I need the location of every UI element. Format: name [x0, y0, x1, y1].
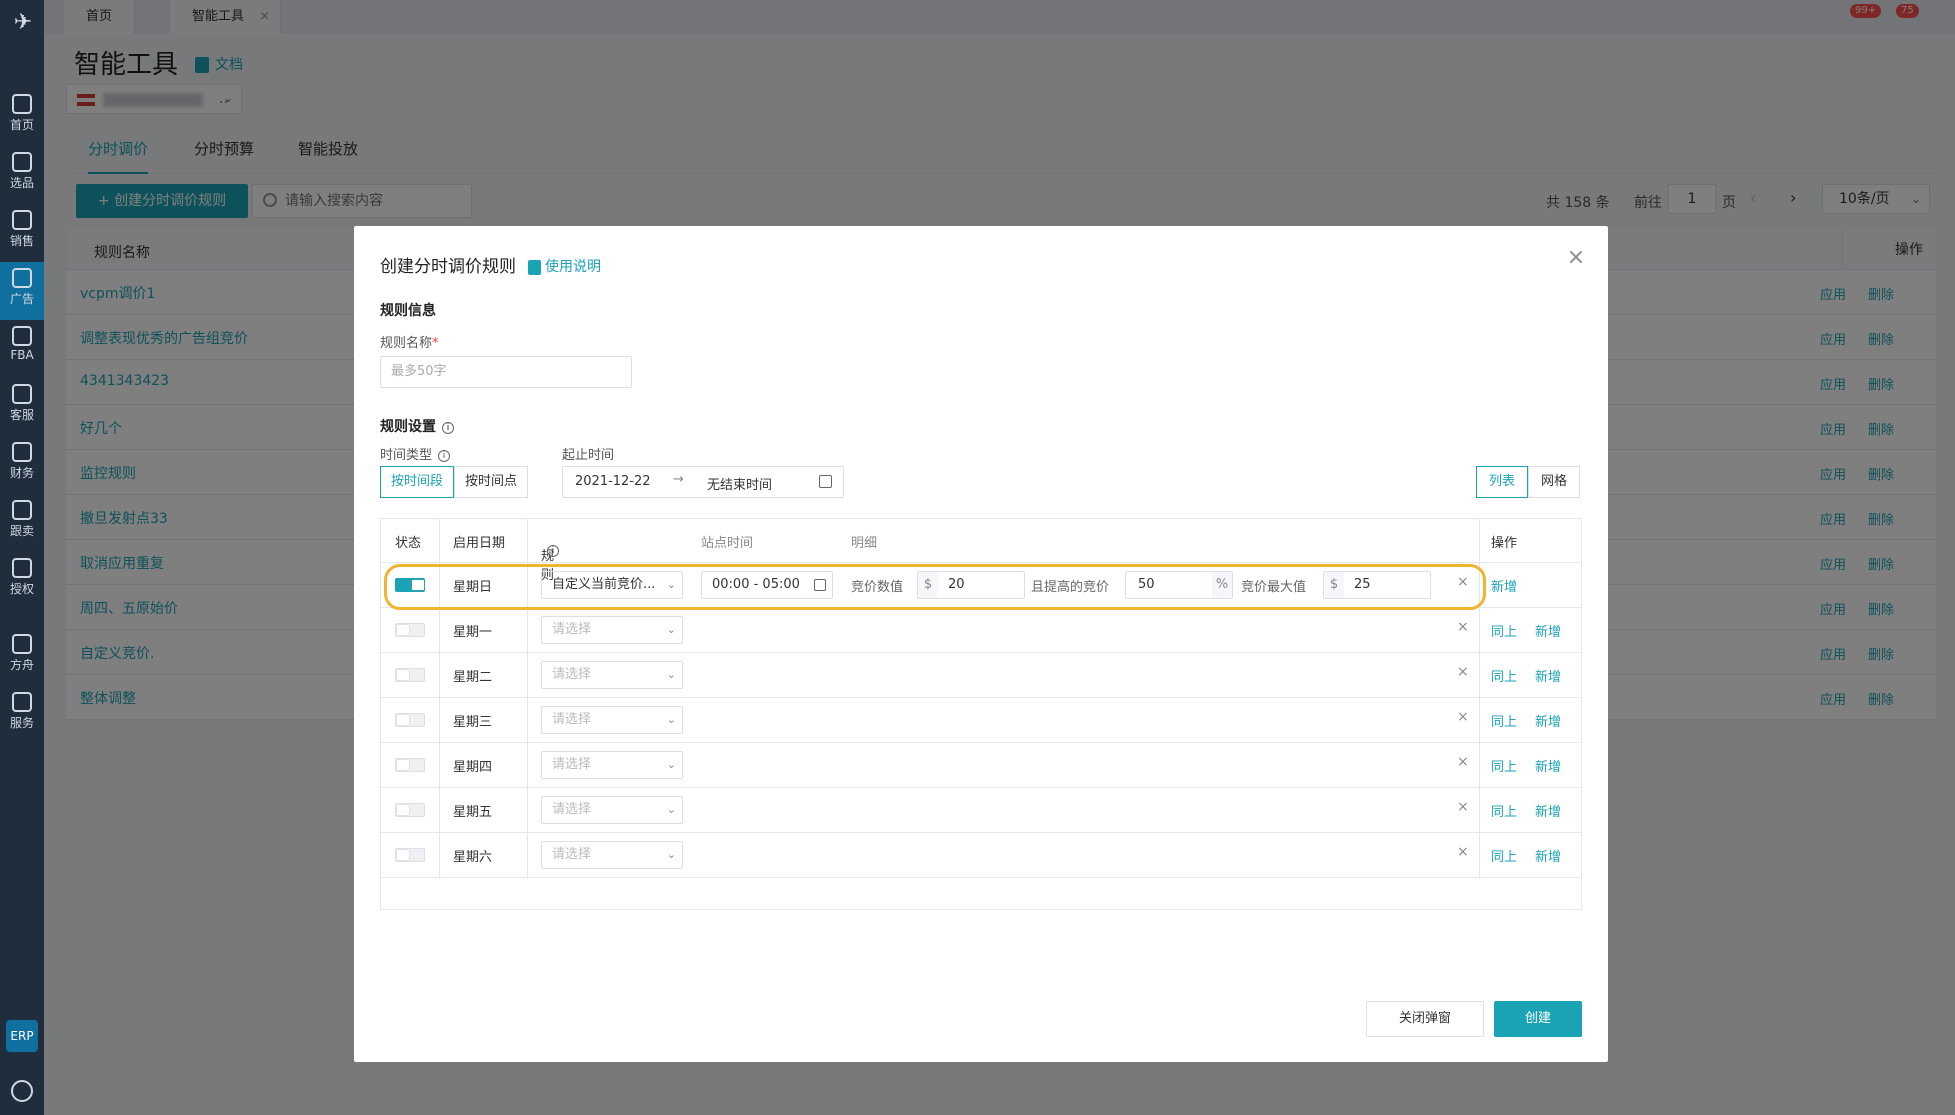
- view-toggle: 列表 网格: [1476, 466, 1580, 498]
- calendar-icon: [819, 475, 832, 488]
- same-above-link[interactable]: 同上: [1491, 711, 1517, 730]
- add-link[interactable]: 新增: [1491, 576, 1517, 595]
- rule-select[interactable]: 请选择 ⌄: [541, 841, 683, 869]
- sidebar-item-ark[interactable]: 方舟: [0, 628, 44, 686]
- start-end-label: 起止时间: [562, 448, 615, 463]
- chevron-down-icon: ⌄: [666, 713, 676, 726]
- modal-title: 创建分时调价规则: [380, 257, 516, 277]
- trend-chart-icon: [12, 210, 32, 230]
- sidebar-item-fba[interactable]: FBA: [0, 320, 44, 378]
- schedule-row: 星期三 请选择 ⌄ × 同上 新增: [381, 698, 1581, 743]
- app-logo-icon[interactable]: ✈: [10, 10, 36, 36]
- shield-icon: [12, 558, 32, 578]
- start-date: 2021-12-22: [575, 474, 651, 489]
- help-link[interactable]: 使用说明: [528, 256, 601, 276]
- same-above-link[interactable]: 同上: [1491, 846, 1517, 865]
- ark-icon: [12, 634, 32, 654]
- sidebar-item-follow[interactable]: 跟卖: [0, 494, 44, 552]
- status-toggle[interactable]: [395, 623, 425, 637]
- schedule-row: 星期一 请选择 ⌄ × 同上 新增: [381, 608, 1581, 653]
- close-modal-button[interactable]: 关闭弹窗: [1366, 1001, 1484, 1037]
- add-link[interactable]: 新增: [1535, 621, 1561, 640]
- chevron-down-icon: ⌄: [666, 803, 676, 816]
- schedule-row: 星期五 请选择 ⌄ × 同上 新增: [381, 788, 1581, 833]
- remove-icon[interactable]: ×: [1457, 619, 1469, 635]
- same-above-link[interactable]: 同上: [1491, 756, 1517, 775]
- schedule-table-header: 状态 启用日期 规则 i 站点时间 明细 操作: [381, 519, 1581, 583]
- date-range-picker[interactable]: 2021-12-22 → 无结束时间: [562, 466, 844, 498]
- time-type-point[interactable]: 按时间点: [454, 466, 529, 498]
- schedule-row: 星期六 请选择 ⌄ × 同上 新增: [381, 833, 1581, 878]
- view-grid[interactable]: 网格: [1528, 466, 1580, 498]
- time-type-label: 时间类型 i: [380, 444, 451, 463]
- create-button[interactable]: 创建: [1494, 1001, 1582, 1037]
- rule-select[interactable]: 请选择 ⌄: [541, 796, 683, 824]
- remove-icon[interactable]: ×: [1457, 709, 1469, 725]
- view-list[interactable]: 列表: [1476, 466, 1528, 498]
- end-date: 无结束时间: [707, 478, 773, 493]
- status-toggle[interactable]: [395, 803, 425, 817]
- erp-button[interactable]: ERP: [6, 1020, 38, 1052]
- building-icon: [12, 692, 32, 712]
- rule-select[interactable]: 请选择 ⌄: [541, 661, 683, 689]
- info-icon: i: [438, 450, 451, 462]
- chevron-down-icon: ⌄: [666, 758, 676, 771]
- schedule-row: 星期二 请选择 ⌄ × 同上 新增: [381, 653, 1581, 698]
- sidebar-item-auth[interactable]: 授权: [0, 552, 44, 610]
- chevron-down-icon: ⌄: [666, 848, 676, 861]
- fba-box-icon: [12, 326, 32, 346]
- sidebar-item-finance[interactable]: 财务: [0, 436, 44, 494]
- same-above-link[interactable]: 同上: [1491, 801, 1517, 820]
- status-toggle[interactable]: [395, 758, 425, 772]
- home-icon: [12, 94, 32, 114]
- schedule-row: 星期四 请选择 ⌄ × 同上 新增: [381, 743, 1581, 788]
- info-icon: i: [547, 545, 559, 557]
- status-toggle[interactable]: [395, 848, 425, 862]
- book-icon: [528, 259, 541, 275]
- add-link[interactable]: 新增: [1535, 846, 1561, 865]
- sidebar-item-selection[interactable]: 选品: [0, 146, 44, 204]
- sidebar-item-sales[interactable]: 销售: [0, 204, 44, 262]
- create-rule-modal: 创建分时调价规则 使用说明 × 规则信息 规则名称* 最多50字 规则设置 i 时…: [354, 226, 1608, 1062]
- close-icon[interactable]: ×: [1564, 246, 1588, 270]
- dollar-icon: [12, 442, 32, 462]
- rule-name-input[interactable]: 最多50字: [380, 356, 632, 388]
- time-type-toggle: 按时间段 按时间点: [380, 466, 529, 498]
- search-icon: [12, 152, 32, 172]
- same-above-link[interactable]: 同上: [1491, 666, 1517, 685]
- rule-select[interactable]: 请选择 ⌄: [541, 751, 683, 779]
- same-above-link[interactable]: 同上: [1491, 621, 1517, 640]
- info-icon: i: [442, 422, 454, 434]
- section-rule-settings: 规则设置 i: [380, 416, 454, 436]
- ad-icon: [12, 268, 32, 288]
- chevron-down-icon: ⌄: [666, 623, 676, 636]
- sidebar-item-ads[interactable]: 广告: [0, 262, 44, 320]
- add-link[interactable]: 新增: [1535, 801, 1561, 820]
- sidebar-item-home[interactable]: 首页: [0, 88, 44, 146]
- add-link[interactable]: 新增: [1535, 756, 1561, 775]
- rule-select[interactable]: 请选择 ⌄: [541, 706, 683, 734]
- help-circle-icon[interactable]: [11, 1080, 33, 1102]
- highlight-annotation: [384, 564, 1486, 610]
- rule-select[interactable]: 请选择 ⌄: [541, 616, 683, 644]
- arrow-right-icon: →: [673, 472, 684, 487]
- remove-icon[interactable]: ×: [1457, 844, 1469, 860]
- sidebar-item-services[interactable]: 服务: [0, 686, 44, 744]
- remove-icon[interactable]: ×: [1457, 754, 1469, 770]
- chevron-down-icon: ⌄: [666, 668, 676, 681]
- add-link[interactable]: 新增: [1535, 711, 1561, 730]
- section-rule-info: 规则信息: [380, 303, 436, 319]
- sidebar: ✈ 首页 选品 销售 广告 FBA 客服 财务 跟卖 授权 方舟 服务 ERP: [0, 0, 44, 1115]
- bar-chart-icon: [12, 384, 32, 404]
- sidebar-item-service[interactable]: 客服: [0, 378, 44, 436]
- status-toggle[interactable]: [395, 713, 425, 727]
- status-toggle[interactable]: [395, 668, 425, 682]
- add-link[interactable]: 新增: [1535, 666, 1561, 685]
- pie-chart-icon: [12, 500, 32, 520]
- remove-icon[interactable]: ×: [1457, 664, 1469, 680]
- rule-name-label: 规则名称*: [380, 336, 439, 351]
- time-type-range[interactable]: 按时间段: [380, 466, 455, 498]
- remove-icon[interactable]: ×: [1457, 799, 1469, 815]
